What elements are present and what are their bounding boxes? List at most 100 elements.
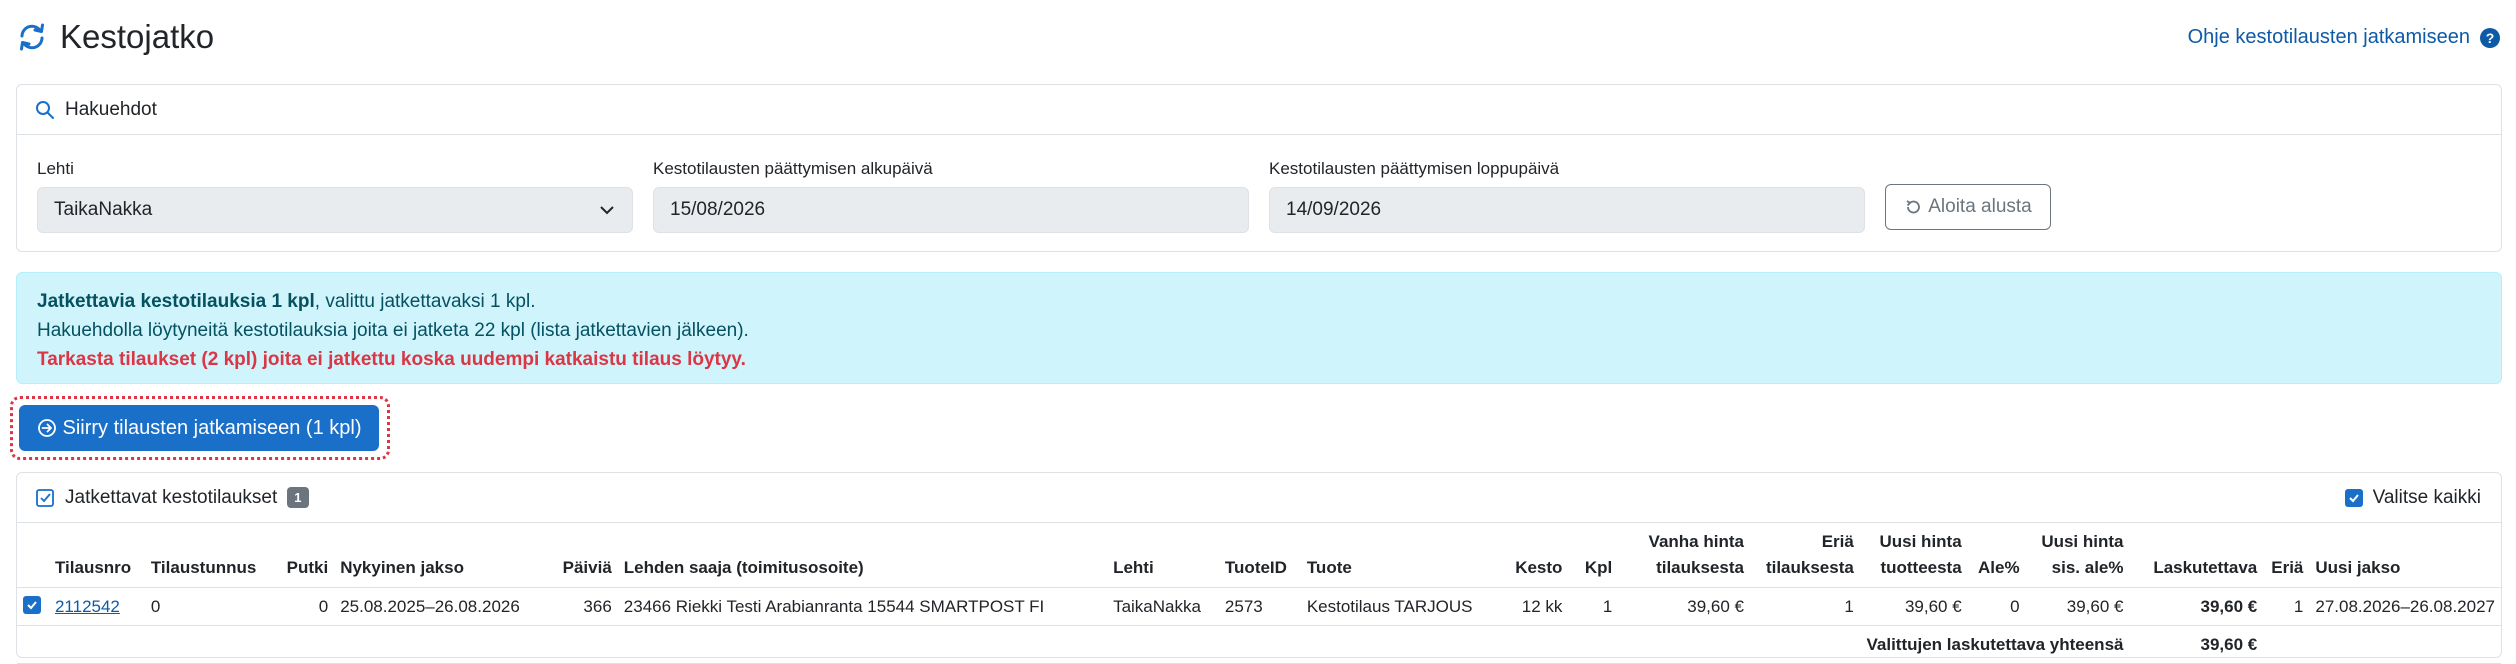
table-header-row: Tilausnro Tilaustunnus Putki Nykyinen ja… [17, 523, 2501, 588]
select-all[interactable]: Valitse kaikki [2344, 487, 2481, 509]
col-saaja: Lehden saaja (toimitusosoite) [617, 523, 1108, 588]
end-date-label: Kestotilausten päättymisen loppupäivä [1269, 159, 1560, 178]
col-putki: Putki [280, 523, 335, 588]
question-icon[interactable]: ? [2480, 27, 2500, 48]
continue-orders-button[interactable]: Siirry tilausten jatkamiseen (1 kpl) [19, 405, 379, 451]
cell-vanha-hinta: 39,60 € [1618, 587, 1750, 626]
col-uusi-sis-1: Uusi hinta [2041, 532, 2124, 551]
end-date-field: Kestotilausten päättymisen loppupäivä 14… [1269, 159, 1865, 233]
cell-eria-tilauksesta: 1 [1749, 587, 1860, 626]
col-paivia: Päiviä [553, 523, 618, 588]
help: Ohje kestotilausten jatkamiseen ? [2188, 26, 2500, 49]
col-lehti: Lehti [1107, 523, 1219, 588]
checklist-icon [36, 488, 54, 507]
col-uusi-sis: Uusi hinta sis. ale% [2025, 523, 2130, 588]
cell-tilaustunnus: 0 [144, 587, 281, 626]
col-uusi-hinta: Uusi hinta tuotteesta [1859, 523, 1968, 588]
cell-kesto: 12 kk [1500, 587, 1569, 626]
table-row: 2112542 0 0 25.08.2025–26.08.2026 366 23… [17, 587, 2501, 626]
col-eria-1: Eriä [1821, 532, 1854, 551]
cell-uusi-jakso: 27.08.2026–26.08.2027 [2309, 587, 2501, 626]
cell-tuoteid: 2573 [1218, 587, 1301, 626]
row-checkbox[interactable] [23, 596, 41, 614]
start-date-label: Kestotilausten päättymisen alkupäivä [653, 159, 933, 178]
cell-paivia: 366 [553, 587, 618, 626]
col-eria-2: tilauksesta [1765, 558, 1854, 577]
cell-lehti: TaikaNakka [1107, 587, 1219, 626]
col-uusi-hinta-2: tuotteesta [1880, 558, 1962, 577]
start-date-input[interactable]: 15/08/2026 [653, 187, 1249, 233]
lehti-value: TaikaNakka [54, 199, 153, 220]
cell-putki: 0 [280, 587, 335, 626]
reset-button-label: Aloita alusta [1928, 196, 2032, 217]
alert-line-3[interactable]: Tarkasta tilaukset (2 kpl) joita ei jatk… [37, 345, 2481, 374]
help-link[interactable]: Ohje kestotilausten jatkamiseen [2188, 26, 2470, 49]
reset-icon [1906, 200, 1921, 214]
start-date-field: Kestotilausten päättymisen alkupäivä 15/… [653, 159, 1249, 233]
col-tuoteid: TuoteID [1218, 523, 1301, 588]
cell-saaja: 23466 Riekki Testi Arabianranta 15544 SM… [617, 587, 1108, 626]
title-wrap: Kestojatko [16, 18, 214, 56]
search-card-header: Hakuehdot [17, 85, 2501, 135]
check-icon [27, 601, 37, 610]
cell-nykyinen-jakso: 25.08.2025–26.08.2026 [334, 587, 554, 626]
end-date-value: 14/09/2026 [1286, 199, 1382, 220]
col-kpl: Kpl [1568, 523, 1619, 588]
orders-table: Tilausnro Tilaustunnus Putki Nykyinen ja… [17, 523, 2501, 664]
reset-button[interactable]: Aloita alusta [1885, 184, 2051, 230]
col-vanha-hinta: Vanha hinta tilauksesta [1618, 523, 1750, 588]
alert-line-1-bold: Jatkettavia kestotilauksia 1 kpl [37, 291, 315, 312]
cell-tuote: Kestotilaus TARJOUS [1300, 587, 1501, 626]
col-kesto: Kesto [1500, 523, 1569, 588]
total-filler [2263, 625, 2501, 664]
alert-line-1: Jatkettavia kestotilauksia 1 kpl, valitt… [37, 287, 2481, 316]
col-laskutettava: Laskutettava [2129, 523, 2264, 588]
page-header: Kestojatko Ohje kestotilausten jatkamise… [16, 18, 2500, 62]
col-tuote: Tuote [1300, 523, 1501, 588]
search-fields: Lehti TaikaNakka Kestotilausten päättymi… [17, 135, 2501, 251]
total-row: Valittujen laskutettava yhteensä 39,60 € [17, 625, 2501, 664]
order-number-link[interactable]: 2112542 [55, 597, 120, 616]
col-uusi-jakso: Uusi jakso [2309, 523, 2501, 588]
cell-uusi-sis: 39,60 € [2025, 587, 2130, 626]
col-uusi-hinta-1: Uusi hinta [1879, 532, 1962, 551]
lehti-field: Lehti TaikaNakka [37, 159, 633, 233]
col-vanha-hinta-2: tilauksesta [1656, 558, 1744, 577]
start-date-value: 15/08/2026 [670, 199, 766, 220]
check-icon [2348, 494, 2359, 503]
chevron-down-icon [600, 206, 614, 215]
col-tilausnro: Tilausnro [48, 523, 145, 588]
total-label: Valittujen laskutettava yhteensä [17, 625, 2130, 664]
orders-card-header: Jatkettavat kestotilaukset 1 Valitse kai… [17, 473, 2501, 523]
end-date-input[interactable]: 14/09/2026 [1269, 187, 1865, 233]
alert-line-2: Hakuehdolla löytyneitä kestotilauksia jo… [37, 320, 749, 341]
row-select-cell [17, 587, 49, 626]
cell-laskutettava: 39,60 € [2129, 587, 2264, 626]
cell-eria: 1 [2263, 587, 2310, 626]
select-all-label: Valitse kaikki [2372, 487, 2481, 508]
total-value: 39,60 € [2129, 625, 2264, 664]
orders-card-title: Jatkettavat kestotilaukset [65, 486, 278, 508]
arrow-circle-right-icon [37, 419, 56, 437]
col-uusi-sis-2: sis. ale% [2051, 558, 2124, 577]
refresh-icon [20, 23, 44, 51]
select-all-checkbox[interactable] [2344, 489, 2363, 507]
lehti-select[interactable]: TaikaNakka [37, 187, 633, 233]
page-title: Kestojatko [60, 18, 215, 55]
cell-kpl: 1 [1568, 587, 1619, 626]
cell-uusi-hinta: 39,60 € [1859, 587, 1968, 626]
col-eria: Eriä [2263, 523, 2310, 588]
cell-ale: 0 [1967, 587, 2026, 626]
col-tilaustunnus: Tilaustunnus [144, 523, 281, 588]
alert-line-1-rest: , valittu jatkettavaksi 1 kpl. [314, 291, 536, 312]
col-nykyinen-jakso: Nykyinen jakso [334, 523, 554, 588]
info-alert: Jatkettavia kestotilauksia 1 kpl, valitt… [16, 272, 2502, 384]
action-highlight: Siirry tilausten jatkamiseen (1 kpl) [10, 396, 390, 460]
count-badge: 1 [287, 487, 309, 508]
orders-card: Jatkettavat kestotilaukset 1 Valitse kai… [16, 472, 2502, 664]
search-icon [36, 100, 54, 119]
lehti-label: Lehti [37, 159, 74, 178]
col-ale: Ale% [1967, 523, 2026, 588]
col-select [17, 523, 49, 588]
col-vanha-hinta-1: Vanha hinta [1648, 532, 1744, 551]
